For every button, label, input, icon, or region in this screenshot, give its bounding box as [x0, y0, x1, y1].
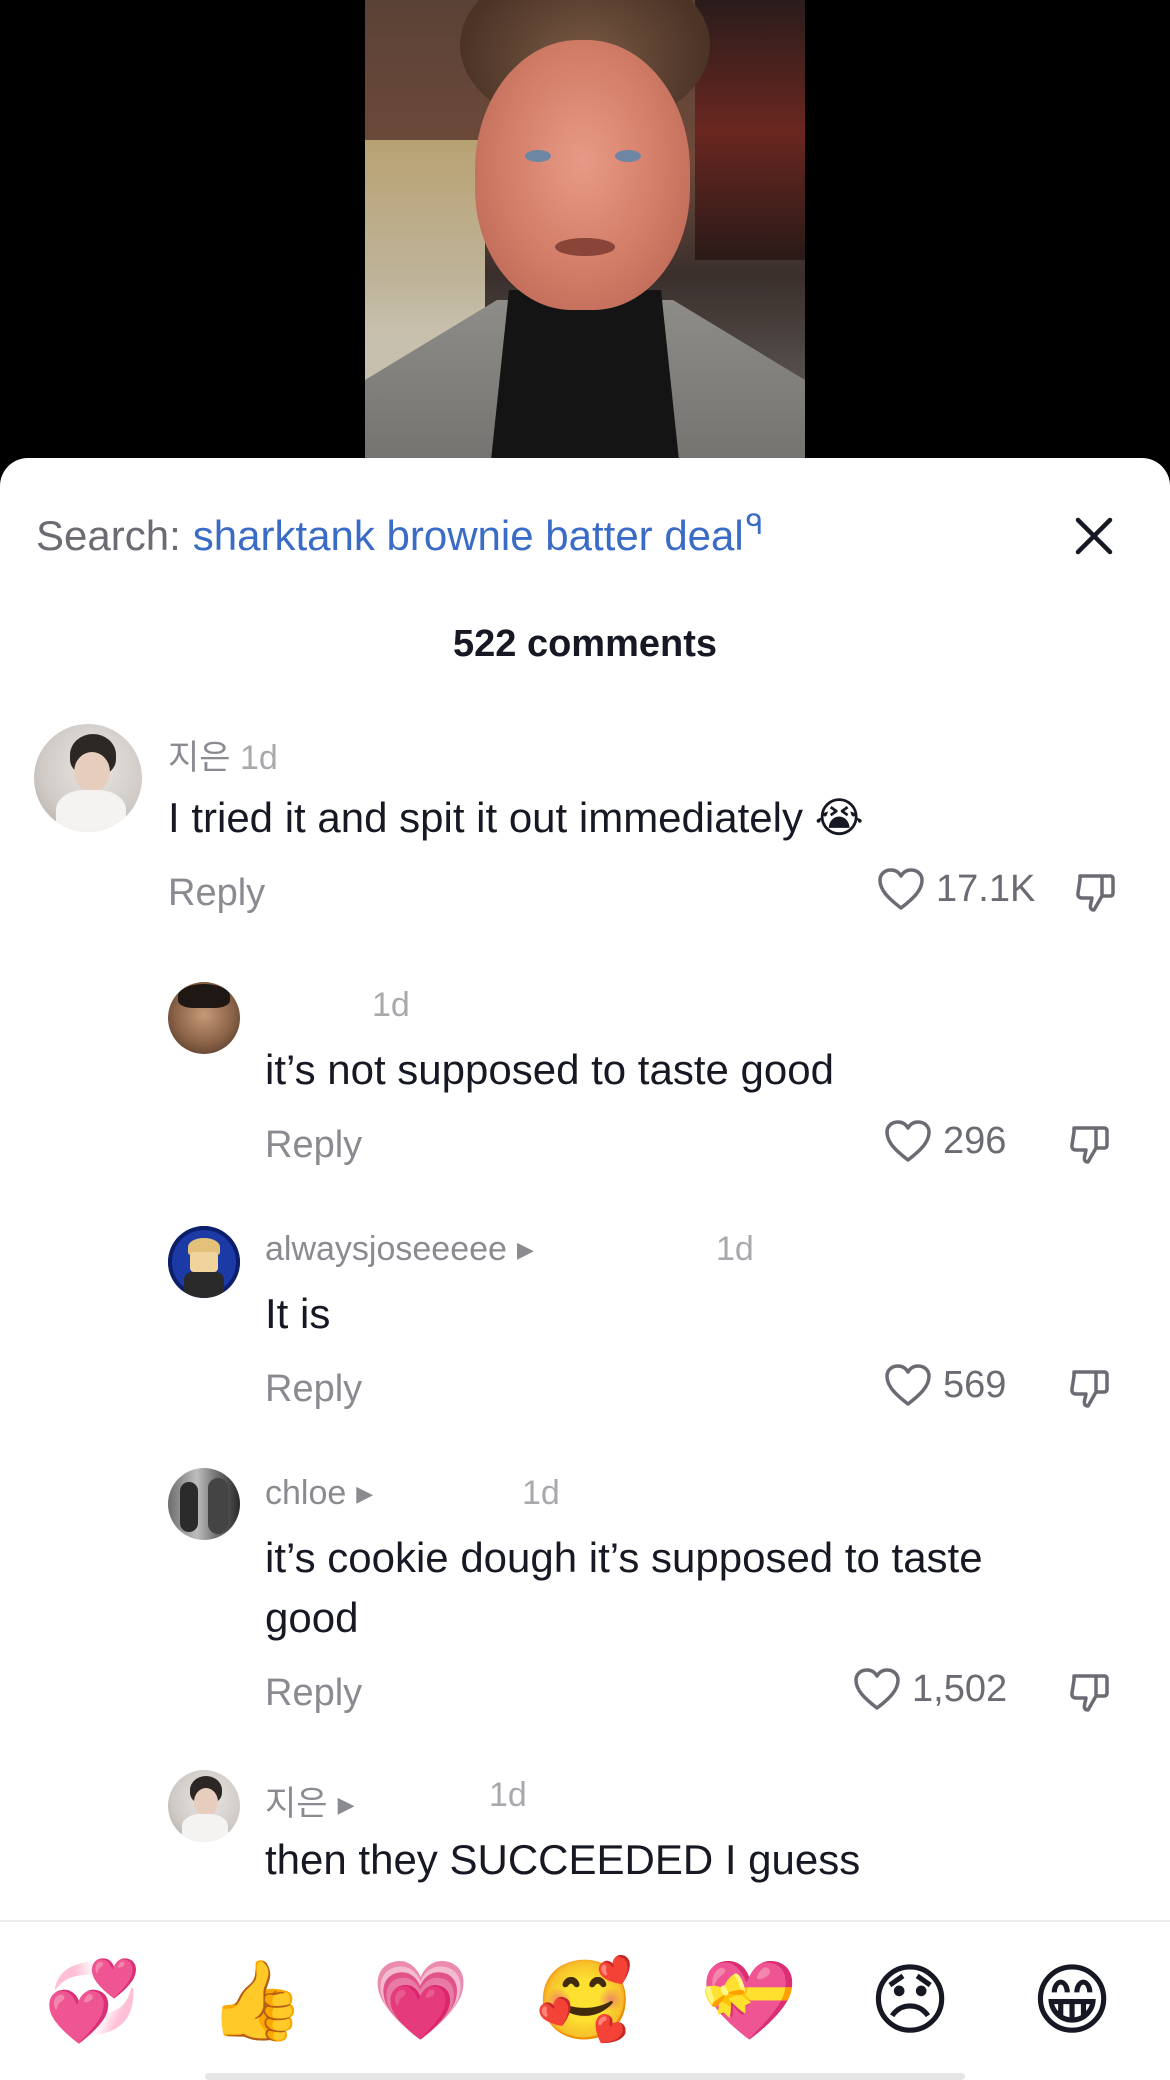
thumbs-down-outline-icon[interactable] [1066, 1364, 1114, 1412]
like-count: 1,502 [912, 1667, 1008, 1710]
reply-meta: 지은 ▶ [265, 1776, 354, 1825]
heart-outline-icon [854, 1668, 900, 1710]
reply-meta: chloe ▶ [265, 1474, 373, 1513]
avatar[interactable] [168, 1226, 240, 1298]
close-icon [1075, 517, 1113, 555]
comment-meta: 지은 1d [168, 730, 278, 779]
reply-meta: 1d [372, 986, 410, 1025]
reply-text-line: good [265, 1594, 359, 1641]
search-icon: ᑫ [745, 508, 764, 540]
comment-username[interactable]: 지은 [168, 739, 231, 777]
search-query-link[interactable]: sharktank brownie batter deal [193, 512, 744, 560]
reply-time: 1d [489, 1776, 527, 1814]
reply-username[interactable]: chloe [265, 1474, 346, 1512]
reply-meta-time: 1d [716, 1230, 754, 1269]
reply-username[interactable]: alwaysjoseeeee [265, 1230, 507, 1268]
comments-count: 522 comments [452, 623, 717, 665]
reply-meta: alwaysjoseeeee ▶ [265, 1230, 534, 1269]
like-count: 17.1K [936, 867, 1036, 910]
revolving-hearts-emoji[interactable]: 💞 [44, 1952, 141, 2048]
avatar[interactable] [168, 1770, 240, 1842]
avatar[interactable] [168, 1468, 240, 1540]
reply-time: 1d [522, 1474, 560, 1512]
comments-sheet: Search: sharktank brownie batter deal ᑫ … [0, 458, 1170, 2080]
like-count: 296 [943, 1119, 1007, 1162]
comment-text-content: I tried it and spit it out immediately [168, 794, 803, 841]
reply-meta-time: 1d [489, 1776, 527, 1815]
avatar[interactable] [34, 724, 142, 832]
reply-text-line: it’s cookie dough it’s supposed to taste [265, 1534, 983, 1581]
reply-time: 1d [372, 986, 410, 1024]
reply-text: it’s not supposed to taste good [265, 1046, 834, 1093]
like-button[interactable]: 1,502 [852, 1666, 1007, 1712]
heart-outline-icon [885, 1364, 931, 1406]
reply-button[interactable]: Reply [265, 1124, 362, 1167]
comment-time: 1d [240, 739, 278, 777]
like-button[interactable]: 569 [883, 1362, 1006, 1408]
like-button[interactable]: 17.1K [876, 866, 1035, 912]
reply-username[interactable]: 지은 [265, 1785, 328, 1823]
video-player[interactable] [0, 0, 1170, 470]
search-suggestion[interactable]: Search: sharktank brownie batter deal ᑫ [36, 506, 763, 566]
comment-text: I tried it and spit it out immediately 😭 [168, 788, 864, 848]
like-count: 569 [943, 1363, 1007, 1406]
video-thumbnail [365, 0, 805, 460]
avatar[interactable] [168, 982, 240, 1054]
triangle-right-icon: ▶ [337, 1792, 355, 1817]
close-button[interactable] [1066, 508, 1122, 564]
emoji-quick-bar: 💞 👍 💗 🥰 💝 😞 😁 [0, 1922, 1170, 2080]
thumbs-down-outline-icon[interactable] [1072, 868, 1120, 916]
reply-button[interactable]: Reply [265, 1672, 362, 1715]
reply-button[interactable]: Reply [168, 872, 265, 915]
heart-with-ribbon-emoji[interactable]: 💝 [700, 1952, 797, 2048]
heart-outline-icon [885, 1120, 931, 1162]
thumbs-down-outline-icon[interactable] [1066, 1668, 1114, 1716]
reply-time: 1d [716, 1230, 754, 1268]
search-label: Search: [36, 512, 181, 559]
heart-outline-icon [878, 868, 924, 910]
crying-face-emoji: 😭 [814, 794, 864, 841]
grinning-face-emoji[interactable]: 😁 [1024, 1952, 1120, 2048]
reply-text: It is [265, 1290, 331, 1337]
thumbs-down-outline-icon[interactable] [1066, 1120, 1114, 1168]
home-indicator [205, 2073, 965, 2080]
reply-button[interactable]: Reply [265, 1368, 362, 1411]
triangle-right-icon: ▶ [356, 1481, 374, 1506]
like-button[interactable]: 296 [883, 1118, 1006, 1164]
smiling-face-with-hearts-emoji[interactable]: 🥰 [536, 1952, 633, 2048]
triangle-right-icon: ▶ [516, 1237, 534, 1262]
reply-text: then they SUCCEEDED I guess [265, 1836, 861, 1883]
thumbs-up-emoji[interactable]: 👍 [208, 1952, 305, 2048]
reply-text: it’s cookie dough it’s supposed to taste… [265, 1528, 983, 1648]
reply-meta-time: 1d [522, 1474, 560, 1513]
growing-heart-emoji[interactable]: 💗 [372, 1952, 469, 2048]
disappointed-face-emoji[interactable]: 😞 [862, 1952, 958, 2048]
